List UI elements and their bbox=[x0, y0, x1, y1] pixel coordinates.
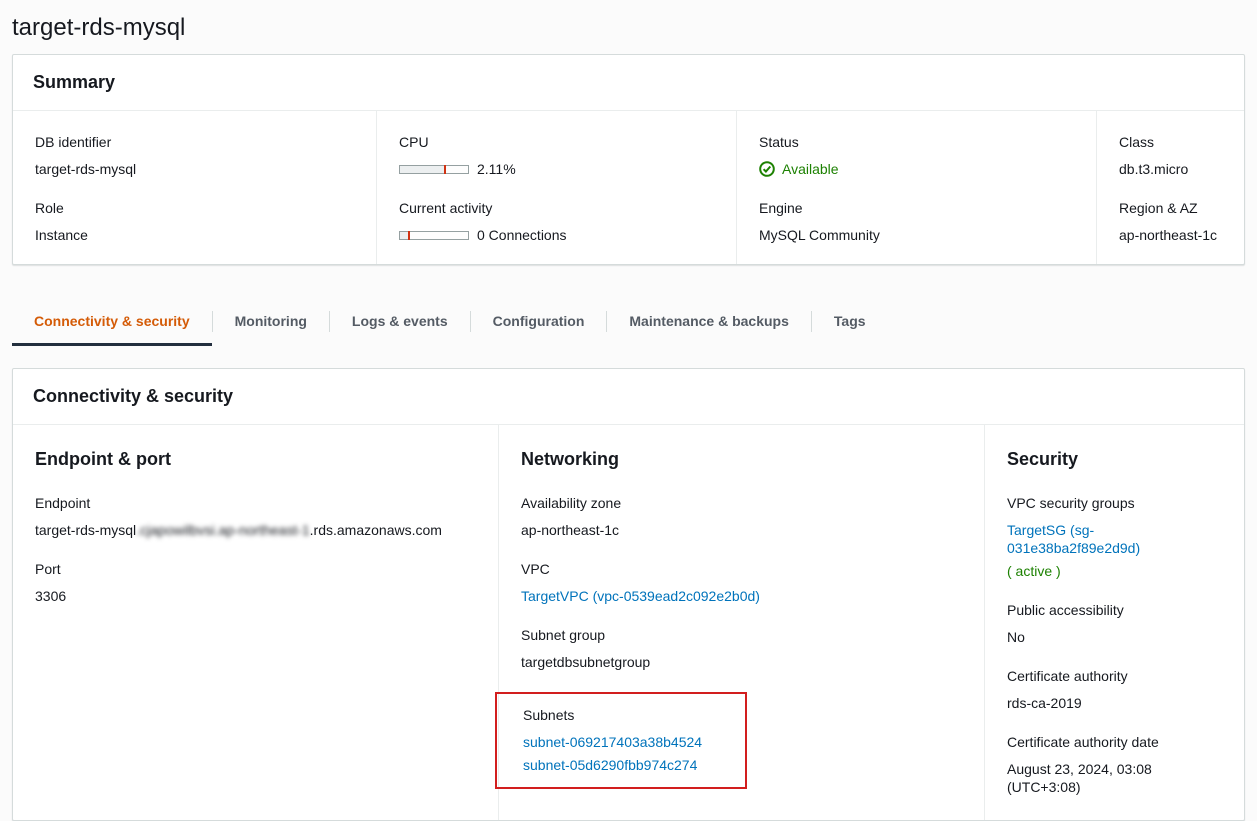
class-label: Class bbox=[1119, 134, 1155, 150]
field-port: Port 3306 bbox=[35, 560, 478, 605]
tab-configuration[interactable]: Configuration bbox=[471, 303, 607, 346]
summary-card-title: Summary bbox=[13, 55, 1244, 111]
vpc-link[interactable]: TargetVPC (vpc-0539ead2c092e2b0d) bbox=[521, 588, 760, 604]
port-value: 3306 bbox=[35, 588, 67, 604]
field-role: Role Instance bbox=[35, 199, 356, 244]
field-cpu: CPU 2.11% bbox=[399, 133, 716, 178]
certificate-authority-date-value: August 23, 2024, 03:08 (UTC+3:08) bbox=[1007, 761, 1152, 795]
endpoint-label: Endpoint bbox=[35, 495, 91, 511]
tab-tags[interactable]: Tags bbox=[812, 303, 888, 346]
region-az-label: Region & AZ bbox=[1119, 200, 1198, 216]
engine-value: MySQL Community bbox=[759, 227, 880, 243]
class-value: db.t3.micro bbox=[1119, 161, 1189, 177]
cpu-gauge bbox=[399, 164, 469, 174]
current-activity-label: Current activity bbox=[399, 200, 493, 216]
subnets-annotation-box: Subnets subnet-069217403a38b4524 subnet-… bbox=[495, 692, 747, 789]
security-title: Security bbox=[1007, 449, 1079, 469]
endpoint-value: target-rds-mysql.cjapowilbvsi.ap-northea… bbox=[35, 521, 478, 539]
public-accessibility-value: No bbox=[1007, 629, 1025, 645]
current-activity-value-row: 0 Connections bbox=[399, 226, 716, 244]
summary-col-status: Status Available Engine MySQL Community bbox=[736, 111, 1096, 264]
subnet-link-1[interactable]: subnet-069217403a38b4524 bbox=[523, 734, 729, 750]
status-value: Available bbox=[782, 161, 839, 177]
subnets-label: Subnets bbox=[523, 707, 575, 723]
endpoint-port-title: Endpoint & port bbox=[35, 449, 171, 469]
field-status: Status Available bbox=[759, 133, 1076, 178]
current-activity-value: 0 Connections bbox=[477, 227, 567, 243]
field-current-activity: Current activity 0 Connections bbox=[399, 199, 716, 244]
subnet-group-value: targetdbsubnetgroup bbox=[521, 654, 651, 670]
subnet-group-label: Subnet group bbox=[521, 627, 606, 643]
tab-connectivity-security[interactable]: Connectivity & security bbox=[12, 303, 212, 346]
field-endpoint: Endpoint target-rds-mysql.cjapowilbvsi.a… bbox=[35, 494, 478, 539]
role-label: Role bbox=[35, 200, 64, 216]
summary-col-metrics: CPU 2.11% Current activity 0 Connections bbox=[376, 111, 736, 264]
public-accessibility-label: Public accessibility bbox=[1007, 602, 1124, 618]
field-vpc-security-groups: VPC security groups TargetSG (sg-031e38b… bbox=[1007, 494, 1224, 580]
port-label: Port bbox=[35, 561, 61, 577]
status-available-icon bbox=[759, 161, 775, 177]
field-certificate-authority-date: Certificate authority date August 23, 20… bbox=[1007, 733, 1224, 796]
security-group-active-status: ( active ) bbox=[1007, 563, 1061, 579]
field-vpc: VPC TargetVPC (vpc-0539ead2c092e2b0d) bbox=[521, 560, 964, 605]
vpc-security-groups-label: VPC security groups bbox=[1007, 495, 1135, 511]
tab-logs-events[interactable]: Logs & events bbox=[330, 303, 470, 346]
summary-col-class: Class db.t3.micro Region & AZ ap-northea… bbox=[1096, 111, 1244, 264]
tab-maintenance-backups[interactable]: Maintenance & backups bbox=[607, 303, 811, 346]
field-db-identifier: DB identifier target-rds-mysql bbox=[35, 133, 356, 178]
vpc-security-group-link[interactable]: TargetSG (sg-031e38ba2f89e2d9d) bbox=[1007, 522, 1140, 556]
connections-gauge bbox=[399, 230, 469, 240]
field-availability-zone: Availability zone ap-northeast-1c bbox=[521, 494, 964, 539]
connectivity-card-title: Connectivity & security bbox=[13, 369, 1244, 425]
endpoint-suffix: .rds.amazonaws.com bbox=[309, 522, 442, 538]
db-identifier-label: DB identifier bbox=[35, 134, 112, 150]
availability-zone-value: ap-northeast-1c bbox=[521, 522, 620, 538]
summary-col-identity: DB identifier target-rds-mysql Role Inst… bbox=[13, 111, 376, 264]
endpoint-prefix: target-rds-mysql bbox=[35, 522, 137, 538]
role-value: Instance bbox=[35, 227, 88, 243]
certificate-authority-date-label: Certificate authority date bbox=[1007, 734, 1159, 750]
db-identifier-value: target-rds-mysql bbox=[35, 161, 137, 177]
cpu-value-row: 2.11% bbox=[399, 160, 716, 178]
availability-zone-label: Availability zone bbox=[521, 495, 622, 511]
vpc-label: VPC bbox=[521, 561, 550, 577]
summary-grid: DB identifier target-rds-mysql Role Inst… bbox=[13, 111, 1244, 264]
status-label: Status bbox=[759, 134, 799, 150]
engine-label: Engine bbox=[759, 200, 803, 216]
endpoint-redacted-segment: .cjapowilbvsi.ap-northeast-1 bbox=[136, 522, 310, 538]
networking-title: Networking bbox=[521, 449, 620, 469]
region-az-value: ap-northeast-1c bbox=[1119, 227, 1218, 243]
connectivity-security-card: Connectivity & security Endpoint & port … bbox=[12, 368, 1245, 821]
summary-card: Summary DB identifier target-rds-mysql R… bbox=[12, 54, 1245, 265]
detail-tabs: Connectivity & security Monitoring Logs … bbox=[12, 303, 1245, 346]
status-value-row: Available bbox=[759, 160, 1076, 178]
cpu-value: 2.11% bbox=[477, 161, 516, 177]
field-region-az: Region & AZ ap-northeast-1c bbox=[1119, 199, 1224, 244]
field-public-accessibility: Public accessibility No bbox=[1007, 601, 1224, 646]
subnet-link-2[interactable]: subnet-05d6290fbb974c274 bbox=[523, 757, 729, 773]
field-engine: Engine MySQL Community bbox=[759, 199, 1076, 244]
certificate-authority-value: rds-ca-2019 bbox=[1007, 695, 1082, 711]
certificate-authority-label: Certificate authority bbox=[1007, 668, 1128, 684]
field-class: Class db.t3.micro bbox=[1119, 133, 1224, 178]
tab-monitoring[interactable]: Monitoring bbox=[213, 303, 329, 346]
page-title: target-rds-mysql bbox=[12, 14, 186, 41]
cpu-label: CPU bbox=[399, 134, 429, 150]
field-certificate-authority: Certificate authority rds-ca-2019 bbox=[1007, 667, 1224, 712]
field-subnet-group: Subnet group targetdbsubnetgroup bbox=[521, 626, 964, 671]
